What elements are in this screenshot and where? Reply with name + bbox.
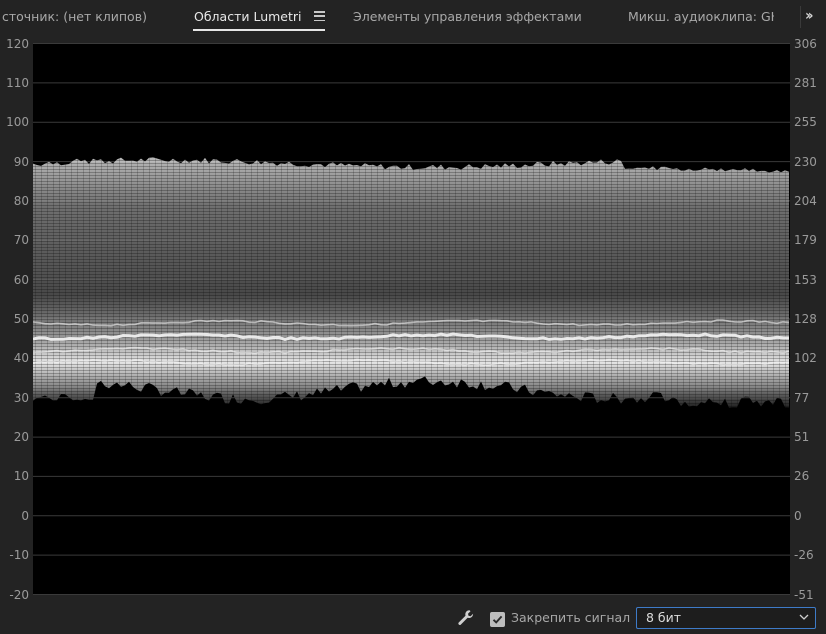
scale-label-right: 230	[794, 154, 817, 169]
scope-toolbar: Закрепить сигнал 8 бит	[0, 603, 826, 634]
scale-label-right: 153	[794, 272, 817, 287]
scale-label-right: 306	[794, 36, 817, 51]
scale-label-left: 110	[6, 75, 29, 90]
scale-label-right: -26	[794, 548, 814, 563]
tab-separator	[800, 6, 801, 28]
scale-label-left: 70	[13, 233, 29, 248]
tab-source[interactable]: сточник: (нет клипов)	[2, 9, 147, 24]
scale-label-right: 179	[794, 233, 817, 248]
scale-label-left: 80	[13, 193, 29, 208]
checkmark-icon	[492, 615, 503, 624]
scale-label-left: 20	[13, 430, 29, 445]
scale-label-right: 77	[794, 390, 810, 405]
scale-label-right: 204	[794, 193, 817, 208]
clamp-signal-label: Закрепить сигнал	[511, 610, 631, 625]
wrench-icon[interactable]	[456, 608, 476, 628]
scale-label-right: 281	[794, 75, 817, 90]
scale-label-left: 100	[6, 115, 29, 130]
panel-menu-icon[interactable]	[314, 11, 325, 22]
tab-audio-clip-mixer[interactable]: Микш. аудиоклипа: GH	[628, 9, 774, 24]
clamp-signal-checkbox[interactable]	[490, 612, 505, 627]
scale-label-right: 0	[794, 508, 802, 523]
scale-label-left: 60	[13, 272, 29, 287]
scale-label-right: 128	[794, 312, 817, 326]
active-tab-indicator	[193, 29, 325, 31]
scale-label-left: 90	[13, 154, 29, 169]
chevron-down-icon	[799, 614, 809, 620]
scale-label-left: 10	[13, 469, 29, 484]
scale-label-left: 0	[21, 508, 29, 523]
bit-depth-value: 8 бит	[646, 610, 682, 625]
scale-label-right: -51	[794, 587, 814, 602]
scale-label-left: -10	[9, 548, 29, 563]
scale-label-left: 30	[13, 390, 29, 405]
bit-depth-select[interactable]: 8 бит	[636, 607, 816, 629]
tab-effect-controls[interactable]: Элементы управления эффектами	[353, 9, 582, 24]
waveform-trace	[33, 43, 790, 595]
scale-label-right: 26	[794, 469, 810, 484]
panel-tab-bar: сточник: (нет клипов) Области Lumetri Эл…	[0, 0, 826, 35]
scale-label-left: 50	[13, 312, 29, 326]
scale-label-left: 120	[6, 36, 29, 51]
scale-label-left: -20	[9, 587, 29, 602]
luma-waveform	[33, 43, 790, 595]
tab-lumetri-scopes[interactable]: Области Lumetri	[194, 9, 302, 24]
scale-label-right: 51	[794, 430, 810, 445]
scale-label-right: 255	[794, 115, 817, 130]
scale-label-left: 40	[13, 351, 29, 366]
lumetri-scope-area: 120 110 100 90 80 70 60 50 40 30 20 10 0 -10 -20 306 28…	[0, 35, 826, 602]
double-chevron-right-icon[interactable]: ››	[805, 8, 813, 24]
scale-label-right: 102	[794, 351, 817, 366]
